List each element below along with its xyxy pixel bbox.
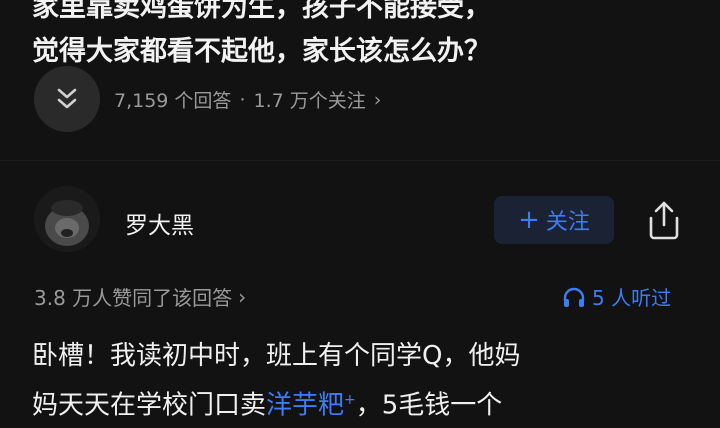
avatar[interactable] (34, 186, 100, 252)
author-avatar-image (34, 186, 100, 252)
upvote-info[interactable]: 3.8 万人赞同了该回答 › (34, 282, 246, 311)
share-icon[interactable] (644, 198, 684, 242)
double-chevron-down-icon (57, 88, 77, 109)
separator-dot: · (239, 88, 246, 111)
follow-button[interactable]: + 关注 (494, 196, 614, 244)
plus-icon: + (518, 205, 540, 235)
question-stats[interactable]: 7,159 个回答 · 1.7 万个关注 › (114, 86, 381, 113)
author-name[interactable]: 罗大黑 (125, 206, 194, 240)
follower-count: 1.7 万个关注 (253, 90, 366, 112)
chevron-right-icon: › (238, 284, 247, 309)
answer-count: 7,159 个回答 (114, 90, 232, 112)
divider (0, 160, 720, 161)
sparkle-icon: + (344, 392, 356, 408)
answer-line-2-start: 妈天天在学校门口卖 (32, 390, 267, 421)
listener-count: 5 人听过 (592, 286, 672, 310)
follow-label: 关注 (545, 210, 590, 235)
answer-line-1: 卧槽！我读初中时，班上有个同学Q，他妈 (32, 341, 521, 371)
answer-body[interactable]: 卧槽！我读初中时，班上有个同学Q，他妈 妈天天在学校门口卖洋芋粑+，5毛钱一个 (32, 334, 702, 428)
question-title-line-2: 觉得大家都看不起他，家长该怎么办？ (32, 36, 491, 67)
answer-line-2-end: ，5毛钱一个 (355, 390, 503, 421)
listen-info[interactable]: 5 人听过 (562, 282, 671, 311)
upvote-count: 3.8 万人赞同了该回答 (34, 286, 233, 310)
keyword-link[interactable]: 洋芋粑 (266, 391, 344, 421)
headphones-icon (563, 287, 585, 307)
question-title-line-1: 家里靠卖鸡蛋饼为生，孩子不能接受， (32, 0, 491, 23)
answer-line-2: 妈天天在学校门口卖洋芋粑+，5毛钱一个 (32, 378, 702, 428)
collapse-button[interactable] (34, 66, 100, 132)
chevron-right-icon: › (373, 88, 382, 111)
question-title[interactable]: 家里靠卖鸡蛋饼为生，孩子不能接受， 觉得大家都看不起他，家长该怎么办？ (32, 0, 702, 74)
